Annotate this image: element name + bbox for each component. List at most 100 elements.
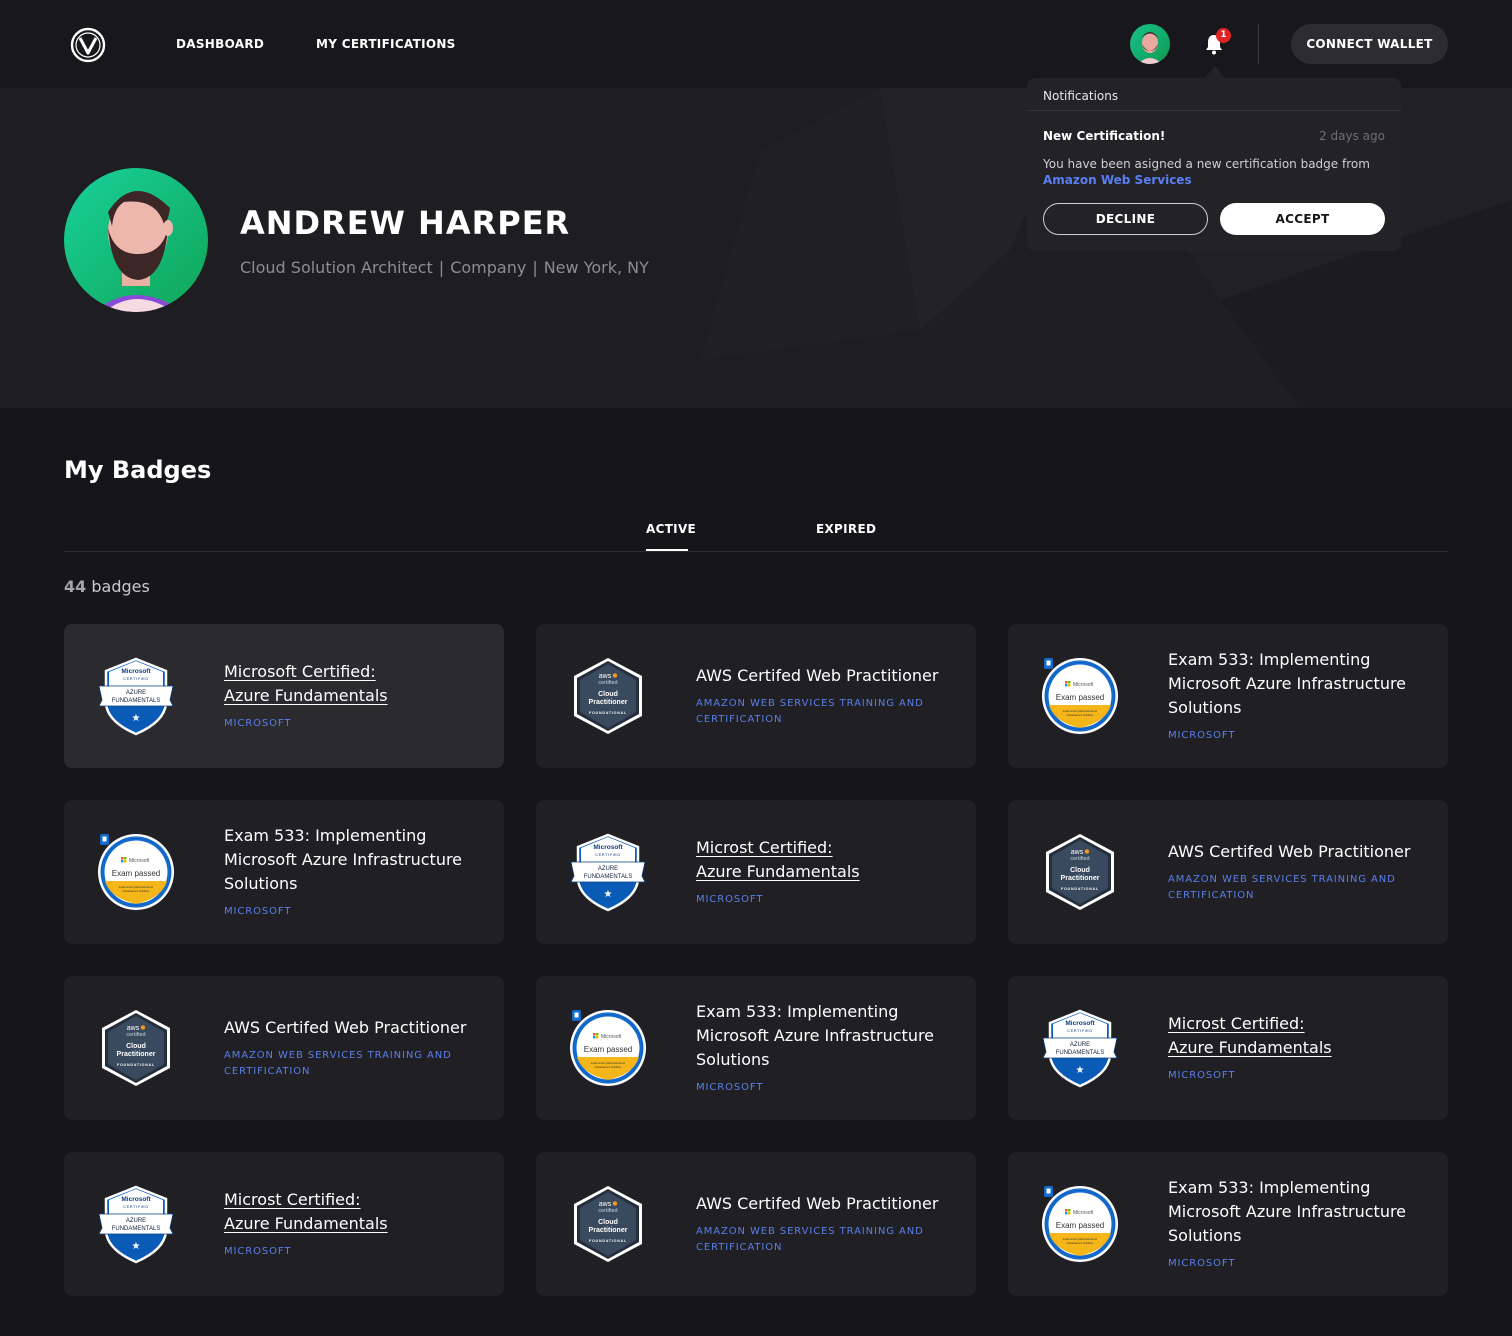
badge-card-text: Microsoft Certified: Azure Fundamentals MI… (224, 624, 480, 768)
exam-badge-image: Microsoft Exam passed Implementing Micro… (1040, 656, 1120, 736)
aws-badge-image: aws certified Cloud Practitioner FOUNDAT… (568, 656, 648, 736)
badge-title[interactable]: Microsoft Certified: Azure Fundamentals (224, 660, 480, 708)
svg-text:certified: certified (126, 1032, 145, 1038)
badge-card-text: Microst Certified: Azure Fundamentals MICR… (1168, 976, 1424, 1120)
notification-body: You have been asigned a new certificatio… (1043, 156, 1383, 188)
badge-card-text: AWS Certifed Web Practitioner AMAZON WEB … (696, 1152, 952, 1296)
svg-text:Implementing Microsoft Azure: Implementing Microsoft Azure (1063, 709, 1098, 713)
profile-company: Company (450, 258, 527, 277)
svg-text:CERTIFIED: CERTIFIED (123, 1204, 149, 1209)
nav-my-certifications-link[interactable]: MY CERTIFICATIONS (316, 37, 456, 51)
badge-card[interactable]: Microsoft CERTIFIED AZURE FUNDAMENTALS ★… (64, 1152, 504, 1296)
badge-card[interactable]: aws certified Cloud Practitioner FOUNDAT… (1008, 800, 1448, 944)
svg-text:CERTIFIED: CERTIFIED (1067, 1028, 1093, 1033)
badge-title[interactable]: Microst Certified: Azure Fundamentals (1168, 1012, 1424, 1060)
badge-card[interactable]: Microsoft CERTIFIED AZURE FUNDAMENTALS ★… (1008, 976, 1448, 1120)
aws-badge-image: aws certified Cloud Practitioner FOUNDAT… (96, 1008, 176, 1088)
aws-badge-image: aws certified Cloud Practitioner FOUNDAT… (568, 1184, 648, 1264)
notification-issuer-link[interactable]: Amazon Web Services (1043, 173, 1192, 187)
svg-text:AZURE: AZURE (126, 1218, 146, 1224)
badge-card[interactable]: Microsoft Exam passed Implementing Micro… (1008, 624, 1448, 768)
tab-active[interactable]: ACTIVE (646, 522, 696, 536)
aws-badge-image: aws certified Cloud Practitioner FOUNDAT… (1040, 832, 1120, 912)
svg-text:Microsoft: Microsoft (129, 858, 150, 864)
exam-badge-image: Microsoft Exam passed Implementing Micro… (1040, 1184, 1120, 1264)
svg-text:Implementing Microsoft Azure: Implementing Microsoft Azure (1063, 1237, 1098, 1241)
azure-badge-image: Microsoft CERTIFIED AZURE FUNDAMENTALS ★ (568, 832, 648, 912)
badge-title[interactable]: Microst Certified: Azure Fundamentals (224, 1188, 480, 1236)
badge-count: 44 badges (64, 577, 150, 596)
badge-card-text: AWS Certifed Web Practitioner AMAZON WEB … (224, 976, 480, 1120)
profile-avatar-illustration (64, 168, 208, 312)
svg-text:Exam passed: Exam passed (1056, 693, 1104, 702)
badge-title: Exam 533: Implementing Microsoft Azure I… (1168, 1178, 1407, 1245)
avatar[interactable] (1130, 24, 1170, 64)
badge-title: AWS Certifed Web Practitioner (1168, 842, 1411, 861)
badge-card[interactable]: aws certified Cloud Practitioner FOUNDAT… (536, 624, 976, 768)
svg-text:★: ★ (132, 1241, 141, 1252)
badge-card[interactable]: Microsoft CERTIFIED AZURE FUNDAMENTALS ★… (64, 624, 504, 768)
svg-text:FUNDAMENTALS: FUNDAMENTALS (1056, 1050, 1105, 1056)
decline-button[interactable]: DECLINE (1043, 203, 1208, 235)
tabs-divider (64, 551, 1448, 552)
accept-button[interactable]: ACCEPT (1220, 203, 1385, 235)
svg-text:FUNDAMENTALS: FUNDAMENTALS (584, 874, 633, 880)
svg-text:CERTIFIED: CERTIFIED (123, 676, 149, 681)
badge-card-text: AWS Certifed Web Practitioner AMAZON WEB … (1168, 800, 1424, 944)
badge-card[interactable]: Microsoft Exam passed Implementing Micro… (1008, 1152, 1448, 1296)
notification-popup-arrow (1205, 66, 1225, 78)
notification-count-badge: 1 (1216, 28, 1231, 43)
svg-text:Microsoft: Microsoft (1073, 682, 1094, 688)
notification-message: You have been asigned a new certificatio… (1043, 157, 1370, 171)
svg-text:Practitioner: Practitioner (117, 1051, 156, 1058)
badge-issuer: AMAZON WEB SERVICES TRAINING AND CERTIFI… (696, 698, 924, 725)
svg-text:aws: aws (599, 673, 612, 680)
svg-text:Practitioner: Practitioner (589, 699, 628, 706)
svg-text:Infrastructure Solutions: Infrastructure Solutions (123, 889, 150, 893)
profile-role: Cloud Solution Architect (240, 258, 433, 277)
badge-card[interactable]: Microsoft Exam passed Implementing Micro… (536, 976, 976, 1120)
svg-text:Infrastructure Solutions: Infrastructure Solutions (1067, 1241, 1094, 1245)
badge-count-number: 44 (64, 577, 87, 596)
svg-text:Microsoft: Microsoft (1065, 1020, 1095, 1027)
nav-divider (1258, 24, 1259, 64)
profile-subtitle: Cloud Solution Architect | Company | New Yor… (240, 258, 649, 277)
badge-card[interactable]: aws certified Cloud Practitioner FOUNDAT… (64, 976, 504, 1120)
nav-dashboard-link[interactable]: DASHBOARD (176, 37, 264, 51)
svg-text:Microsoft: Microsoft (601, 1034, 622, 1040)
tab-expired[interactable]: EXPIRED (816, 522, 876, 536)
badge-card-text: Exam 533: Implementing Microsoft Azure I… (696, 976, 952, 1120)
svg-text:Cloud: Cloud (598, 691, 618, 698)
badge-issuer: AMAZON WEB SERVICES TRAINING AND CERTIFI… (224, 1050, 452, 1077)
badge-card-text: Exam 533: Implementing Microsoft Azure I… (224, 800, 480, 944)
badge-title[interactable]: Microst Certified: Azure Fundamentals (696, 836, 952, 884)
connect-wallet-button[interactable]: CONNECT WALLET (1291, 24, 1448, 64)
svg-text:Practitioner: Practitioner (589, 1227, 628, 1234)
notification-panel-title: Notifications (1043, 89, 1119, 103)
svg-text:Infrastructure Solutions: Infrastructure Solutions (595, 1065, 622, 1069)
svg-text:certified: certified (598, 680, 617, 686)
badge-title: Exam 533: Implementing Microsoft Azure I… (696, 1002, 935, 1069)
svg-text:FOUNDATIONAL: FOUNDATIONAL (589, 711, 627, 715)
notification-time: 2 days ago (1319, 129, 1385, 143)
logo-icon[interactable] (70, 27, 106, 63)
svg-text:Exam passed: Exam passed (112, 869, 160, 878)
badge-issuer: MICROSOFT (1168, 730, 1236, 741)
svg-text:certified: certified (1070, 856, 1089, 862)
badge-card[interactable]: Microsoft CERTIFIED AZURE FUNDAMENTALS ★… (536, 800, 976, 944)
profile-location: New York, NY (543, 258, 649, 277)
svg-text:Implementing Microsoft Azure: Implementing Microsoft Azure (591, 1061, 626, 1065)
badge-card[interactable]: aws certified Cloud Practitioner FOUNDAT… (536, 1152, 976, 1296)
badge-card-text: Exam 533: Implementing Microsoft Azure I… (1168, 624, 1424, 768)
badge-issuer: MICROSOFT (224, 906, 292, 917)
svg-text:Cloud: Cloud (598, 1219, 618, 1226)
notification-popup: Notifications New Certification! 2 days … (1027, 78, 1401, 251)
svg-text:AZURE: AZURE (1070, 1042, 1090, 1048)
svg-text:Implementing Microsoft Azure: Implementing Microsoft Azure (119, 885, 154, 889)
badge-card[interactable]: Microsoft Exam passed Implementing Micro… (64, 800, 504, 944)
badge-title: AWS Certifed Web Practitioner (696, 1194, 939, 1213)
badge-issuer: MICROSOFT (224, 718, 292, 729)
svg-text:AZURE: AZURE (126, 690, 146, 696)
azure-badge-image: Microsoft CERTIFIED AZURE FUNDAMENTALS ★ (96, 656, 176, 736)
badge-issuer: AMAZON WEB SERVICES TRAINING AND CERTIFI… (696, 1226, 924, 1253)
